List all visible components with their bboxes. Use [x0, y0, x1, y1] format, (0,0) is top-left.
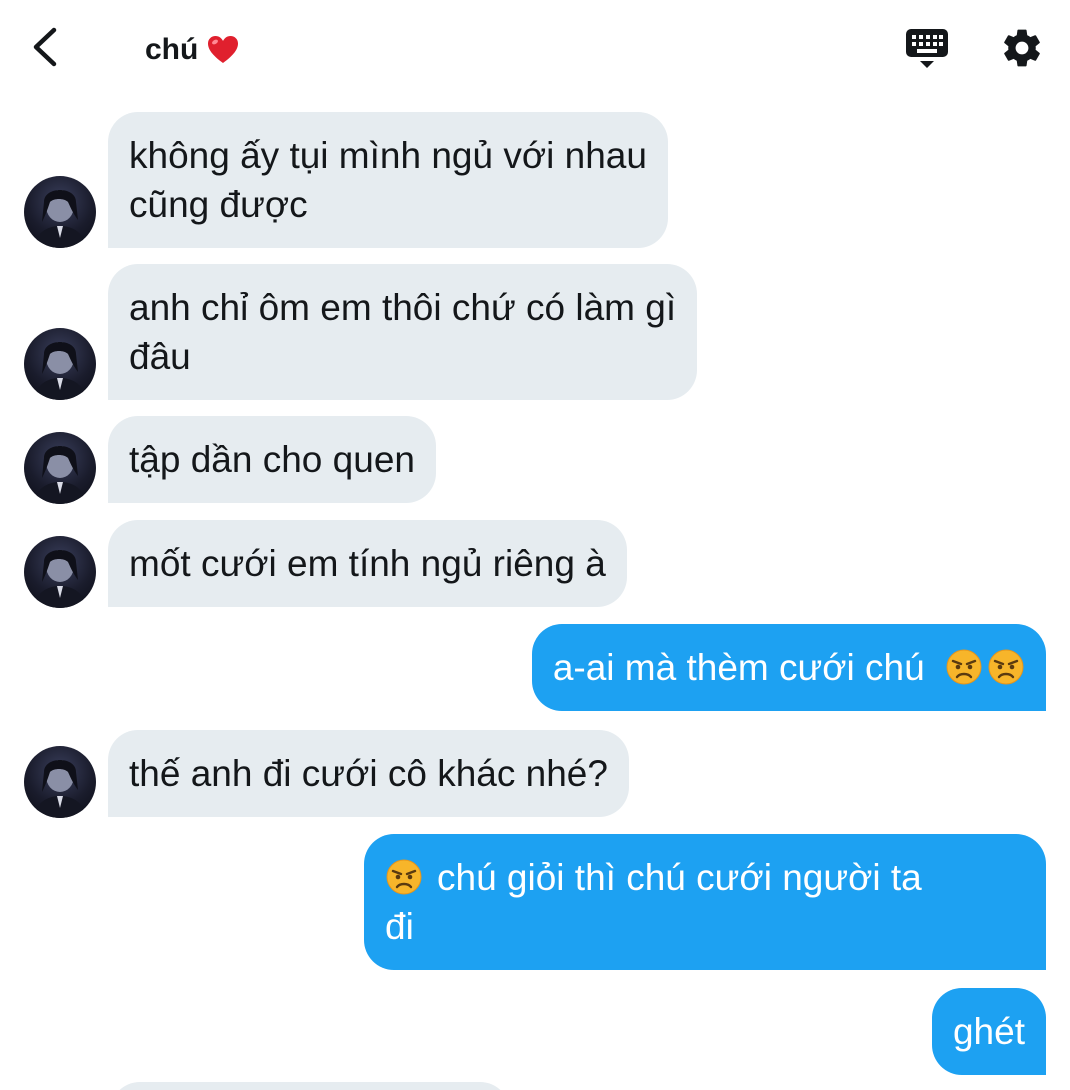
message-text-line: đi [385, 906, 414, 947]
chat-screen: chú không ấy tụi mình ngủ với nhau cũng … [0, 0, 1070, 1090]
conversation-title[interactable]: chú [145, 30, 240, 70]
message-bubble-incoming[interactable]: anh chỉ ôm em thôi chứ có làm gì đâu [108, 264, 698, 400]
message-bubble-incoming[interactable]: mốt cưới em tính ngủ riêng à [108, 520, 627, 607]
contact-avatar[interactable] [24, 432, 96, 504]
conversation-header: chú [0, 0, 1070, 100]
angry-face-emoji-icon [945, 648, 983, 686]
message-bubble-incoming[interactable]: thế anh đi cưới cô khác nhé? [108, 730, 629, 817]
message-bubble-outgoing[interactable]: a-ai mà thèm cưới chú [531, 624, 1046, 711]
message-text: a-ai mà thèm cưới chú [552, 647, 925, 688]
message-text-line: không ấy tụi mình ngủ với nhau [129, 135, 647, 176]
gear-icon [1004, 29, 1040, 67]
contact-name: chú [145, 33, 199, 66]
contact-avatar[interactable] [24, 536, 96, 608]
message-text-line: ghét [952, 1011, 1025, 1052]
chevron-left-icon [33, 27, 57, 67]
contact-avatar[interactable] [24, 176, 96, 248]
message-bubble-incoming[interactable]: tập dần cho quen [108, 416, 436, 503]
message-text-line: thế anh đi cưới cô khác nhé? [129, 753, 608, 794]
message-text-line: mốt cưới em tính ngủ riêng à [129, 543, 606, 584]
message-bubble-incoming-partial[interactable] [110, 1082, 510, 1090]
angry-face-emoji-icon [987, 648, 1025, 686]
red-heart-emoji-icon [206, 33, 240, 67]
contact-avatar[interactable] [24, 746, 96, 818]
settings-button[interactable] [1000, 26, 1044, 70]
message-text-line: đâu [129, 336, 191, 377]
message-bubble-outgoing[interactable]: ghét [931, 988, 1046, 1075]
back-button[interactable] [26, 24, 66, 70]
contact-avatar[interactable] [24, 328, 96, 400]
message-text-line: cũng được [129, 184, 308, 225]
message-bubble-incoming[interactable]: không ấy tụi mình ngủ với nhau cũng được [108, 112, 668, 248]
message-text-line: tập dần cho quen [129, 439, 415, 480]
message-text-line: chú giỏi thì chú cưới người ta [437, 857, 922, 898]
message-bubble-outgoing[interactable]: chú giỏi thì chú cưới người ta đi [364, 834, 1046, 970]
angry-face-emoji-icon [385, 858, 423, 896]
keyboard-icon [906, 29, 948, 68]
keyboard-toggle-button[interactable] [904, 26, 950, 72]
message-text-line: anh chỉ ôm em thôi chứ có làm gì [129, 287, 677, 328]
